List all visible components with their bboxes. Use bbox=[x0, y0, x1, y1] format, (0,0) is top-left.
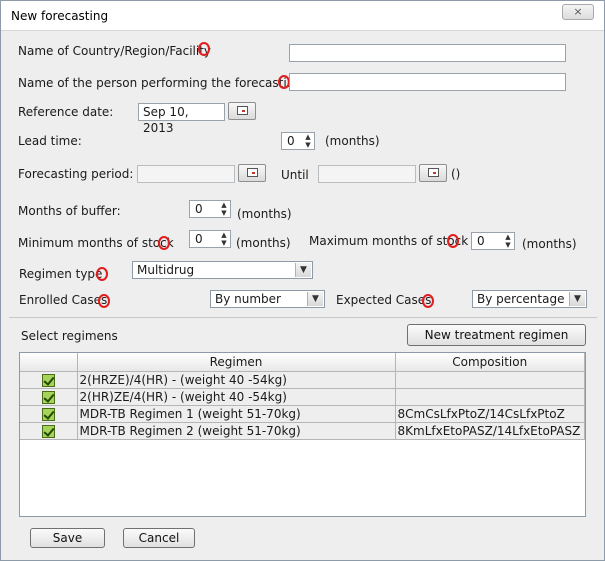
table-row[interactable]: 2(HRZE)/4(HR) - (weight 40 -54kg) bbox=[20, 371, 585, 389]
regimen-type-value: Multidrug bbox=[137, 263, 195, 277]
min-stock-unit: (months) bbox=[236, 236, 291, 250]
min-stock-label: Minimum months of stock bbox=[18, 236, 174, 250]
close-icon: × bbox=[573, 5, 583, 18]
months-buffer-label: Months of buffer: bbox=[18, 204, 121, 218]
section-divider bbox=[9, 317, 597, 318]
max-stock-spinner[interactable]: 0 ▲ ▼ bbox=[471, 232, 515, 250]
annotation-mark bbox=[96, 267, 108, 281]
max-stock-unit: (months) bbox=[522, 237, 577, 251]
chevron-down-icon: ▼ bbox=[569, 292, 585, 306]
spinner-up-icon[interactable]: ▲ bbox=[302, 133, 314, 141]
forecasting-until-picker-button[interactable] bbox=[419, 164, 447, 182]
spinner-down-icon[interactable]: ▼ bbox=[502, 241, 514, 249]
annotation-mark bbox=[198, 42, 210, 56]
max-stock-label: Maximum months of stock bbox=[309, 234, 469, 248]
column-header-select[interactable] bbox=[20, 353, 78, 372]
months-buffer-spinner[interactable]: 0 ▲ ▼ bbox=[189, 200, 231, 218]
reference-date-value: Sep 10, 2013 bbox=[143, 105, 189, 135]
until-label: Until bbox=[281, 168, 309, 182]
table-row[interactable]: MDR-TB Regimen 1 (weight 51-70kg) 8CmCsL… bbox=[20, 405, 585, 423]
regimens-table: Regimen Composition 2(HRZE)/4(HR) - (wei… bbox=[19, 352, 586, 517]
forecasting-from-picker-button[interactable] bbox=[238, 164, 266, 182]
reference-date-picker-button[interactable] bbox=[228, 102, 256, 120]
regimen-checkbox[interactable] bbox=[41, 407, 55, 421]
forecasting-from-input[interactable] bbox=[137, 165, 235, 183]
regimen-checkbox[interactable] bbox=[41, 373, 55, 387]
table-header-row: Regimen Composition bbox=[20, 353, 585, 372]
lead-time-spinner[interactable]: 0 ▲ ▼ bbox=[281, 132, 315, 150]
close-button[interactable]: × bbox=[562, 4, 594, 20]
lead-time-label: Lead time: bbox=[18, 134, 82, 148]
table-row[interactable]: MDR-TB Regimen 2 (weight 51-70kg) 8KmLfx… bbox=[20, 422, 585, 440]
spinner-up-icon[interactable]: ▲ bbox=[218, 201, 230, 209]
annotation-mark bbox=[158, 236, 170, 250]
reference-date-label: Reference date: bbox=[18, 105, 114, 119]
months-buffer-unit: (months) bbox=[237, 207, 292, 221]
country-label: Name of Country/Region/Facility bbox=[18, 44, 211, 58]
months-buffer-value: 0 bbox=[195, 202, 203, 216]
period-parens: () bbox=[451, 167, 461, 181]
expected-cases-select[interactable]: By percentage ▼ bbox=[472, 290, 587, 308]
new-forecasting-dialog: New forecasting × Name of Country/Region… bbox=[0, 0, 605, 561]
save-button[interactable]: Save bbox=[30, 528, 105, 548]
min-stock-value: 0 bbox=[195, 232, 203, 246]
regimen-composition bbox=[395, 388, 585, 406]
regimen-name: MDR-TB Regimen 2 (weight 51-70kg) bbox=[77, 422, 396, 440]
forecasting-until-input[interactable] bbox=[318, 165, 416, 183]
regimen-name: 2(HR)ZE/4(HR) - (weight 40 -54kg) bbox=[77, 388, 396, 406]
person-label: Name of the person performing the foreca… bbox=[18, 76, 302, 90]
calendar-icon bbox=[247, 168, 258, 177]
max-stock-value: 0 bbox=[477, 234, 485, 248]
enrolled-cases-select[interactable]: By number ▼ bbox=[210, 290, 325, 308]
spinner-down-icon[interactable]: ▼ bbox=[218, 239, 230, 247]
enrolled-cases-label: Enrolled Cases bbox=[19, 293, 108, 307]
regimen-composition: 8CmCsLfxPtoZ/14CsLfxPtoZ bbox=[395, 405, 585, 423]
regimen-type-select[interactable]: Multidrug ▼ bbox=[132, 261, 313, 279]
spinner-up-icon[interactable]: ▲ bbox=[502, 233, 514, 241]
forecasting-period-label: Forecasting period: bbox=[18, 167, 134, 181]
regimen-checkbox[interactable] bbox=[41, 424, 55, 438]
new-treatment-regimen-button[interactable]: New treatment regimen bbox=[407, 324, 586, 346]
lead-time-value: 0 bbox=[287, 134, 295, 148]
select-regimens-label: Select regimens bbox=[21, 329, 118, 343]
regimen-name: MDR-TB Regimen 1 (weight 51-70kg) bbox=[77, 405, 396, 423]
regimen-composition bbox=[395, 371, 585, 389]
country-input[interactable] bbox=[289, 44, 566, 62]
expected-cases-value: By percentage bbox=[477, 292, 565, 306]
person-input[interactable] bbox=[289, 73, 566, 91]
regimen-checkbox[interactable] bbox=[41, 390, 55, 404]
chevron-down-icon: ▼ bbox=[307, 292, 323, 306]
annotation-mark bbox=[447, 234, 459, 248]
enrolled-cases-value: By number bbox=[215, 292, 281, 306]
spinner-down-icon[interactable]: ▼ bbox=[218, 209, 230, 217]
spinner-up-icon[interactable]: ▲ bbox=[218, 231, 230, 239]
min-stock-spinner[interactable]: 0 ▲ ▼ bbox=[189, 230, 231, 248]
table-row[interactable]: 2(HR)ZE/4(HR) - (weight 40 -54kg) bbox=[20, 388, 585, 406]
dialog-title: New forecasting bbox=[11, 9, 109, 23]
annotation-mark bbox=[98, 294, 110, 308]
expected-cases-label: Expected Cases bbox=[336, 293, 432, 307]
title-bar: New forecasting × bbox=[1, 1, 604, 31]
regimen-type-label: Regimen type bbox=[19, 267, 103, 281]
chevron-down-icon: ▼ bbox=[295, 263, 311, 277]
regimen-composition: 8KmLfxEtoPASZ/14LfxEtoPASZ bbox=[395, 422, 585, 440]
spinner-down-icon[interactable]: ▼ bbox=[302, 141, 314, 149]
annotation-mark bbox=[422, 294, 434, 308]
regimen-name: 2(HRZE)/4(HR) - (weight 40 -54kg) bbox=[77, 371, 396, 389]
column-header-composition[interactable]: Composition bbox=[395, 353, 585, 372]
calendar-icon bbox=[428, 168, 439, 177]
calendar-icon bbox=[237, 106, 248, 115]
cancel-button[interactable]: Cancel bbox=[123, 528, 195, 548]
column-header-regimen[interactable]: Regimen bbox=[77, 353, 396, 372]
lead-time-unit: (months) bbox=[325, 134, 380, 148]
reference-date-field[interactable]: Sep 10, 2013 bbox=[138, 103, 225, 135]
